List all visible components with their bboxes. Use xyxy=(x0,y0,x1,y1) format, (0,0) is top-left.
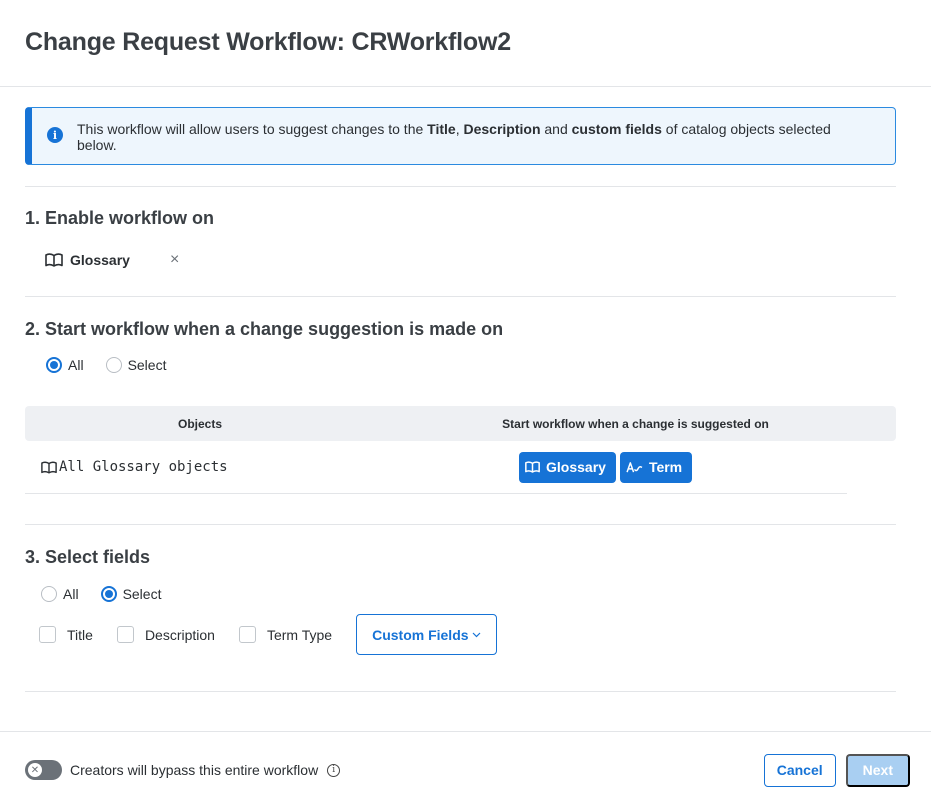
section-title: 1. Enable workflow on xyxy=(25,208,215,228)
info-text: This workflow will allow users to sugges… xyxy=(77,121,831,153)
checkbox-label: Term Type xyxy=(266,626,333,643)
radio-circle-checked[interactable] xyxy=(46,357,62,373)
bypass-toggle[interactable]: ✕ xyxy=(25,760,62,780)
remove-chip-icon[interactable]: × xyxy=(170,251,179,269)
divider xyxy=(25,186,896,187)
checkbox-label: Description xyxy=(144,626,215,643)
info-tooltip-icon[interactable]: i xyxy=(327,763,341,777)
radio-circle[interactable] xyxy=(41,586,57,602)
objects-table: Objects Start workflow when a change is … xyxy=(25,406,896,494)
object-type-cell: Glossary Term xyxy=(519,451,696,483)
glossary-chip: Glossary × xyxy=(45,250,896,270)
checkbox-term-type[interactable]: Term Type xyxy=(238,626,333,643)
glossary-pill[interactable]: Glossary xyxy=(519,451,616,483)
divider xyxy=(25,691,896,692)
bypass-toggle-label: Creators will bypass this entire workflo… xyxy=(70,762,319,778)
object-scope-radio-group: All Select xyxy=(25,357,896,373)
radio-label: All xyxy=(68,357,84,373)
section-start-workflow: 2. Start workflow when a change suggesti… xyxy=(25,319,896,494)
radio-label: Select xyxy=(127,357,167,373)
radio-circle-checked[interactable] xyxy=(100,586,117,602)
table-row: All Glossary objects Glossary Term xyxy=(25,441,847,494)
section-title: 2. Start workflow when a change suggesti… xyxy=(25,319,504,339)
next-button[interactable]: Next xyxy=(845,753,910,787)
book-icon xyxy=(41,461,57,474)
radio-label: Select xyxy=(122,586,162,602)
toggle-off-icon: ✕ xyxy=(28,763,42,777)
modal-header: Change Request Workflow: CRWorkflow2 xyxy=(0,0,931,87)
object-cell: All Glossary objects xyxy=(25,459,519,475)
radio-all-objects[interactable]: All xyxy=(46,357,84,373)
term-icon xyxy=(626,461,643,472)
info-icon: i xyxy=(47,127,63,143)
modal-title: Change Request Workflow: CRWorkflow2 xyxy=(25,28,511,56)
table-header: Objects Start workflow when a change is … xyxy=(25,406,896,441)
book-icon xyxy=(45,253,63,267)
checkbox-label: Title xyxy=(67,626,93,643)
object-name: All Glossary objects xyxy=(59,459,228,475)
divider xyxy=(25,296,896,297)
modal-footer: ✕ Creators will bypass this entire workf… xyxy=(0,731,931,808)
checkbox-description[interactable]: Description xyxy=(116,626,215,643)
column-header-objects: Objects xyxy=(177,416,222,431)
section-select-fields: 3. Select fields All Select Title Descri… xyxy=(25,547,896,655)
fields-scope-radio-group: All Select xyxy=(25,586,896,602)
radio-label: All xyxy=(63,586,79,602)
radio-select-fields[interactable]: Select xyxy=(100,586,162,602)
radio-select-objects[interactable]: Select xyxy=(105,357,167,373)
info-banner: i This workflow will allow users to sugg… xyxy=(25,107,896,165)
checkbox-box[interactable] xyxy=(116,626,134,643)
section-title: 3. Select fields xyxy=(25,547,151,567)
column-header-start-workflow: Start workflow when a change is suggeste… xyxy=(502,416,769,431)
radio-all-fields[interactable]: All xyxy=(41,586,79,602)
radio-circle[interactable] xyxy=(105,357,122,373)
chip-label: Glossary xyxy=(70,252,130,268)
chevron-down-icon xyxy=(472,632,480,637)
checkbox-box[interactable] xyxy=(39,626,56,643)
checkbox-title[interactable]: Title xyxy=(25,626,93,643)
term-pill[interactable]: Term xyxy=(619,451,693,483)
cancel-button[interactable]: Cancel xyxy=(763,753,836,787)
change-request-modal: Change Request Workflow: CRWorkflow2 i T… xyxy=(0,0,931,808)
divider xyxy=(25,524,896,525)
modal-body[interactable]: i This workflow will allow users to sugg… xyxy=(0,87,931,731)
field-checkboxes: Title Description Term Type Custom Field… xyxy=(25,614,896,655)
checkbox-box[interactable] xyxy=(238,626,256,643)
custom-fields-dropdown-button[interactable]: Custom Fields xyxy=(356,614,497,655)
section-enable-workflow: 1. Enable workflow on Glossary × xyxy=(25,208,896,270)
book-icon xyxy=(525,461,540,473)
custom-fields-label: Custom Fields xyxy=(372,626,469,643)
